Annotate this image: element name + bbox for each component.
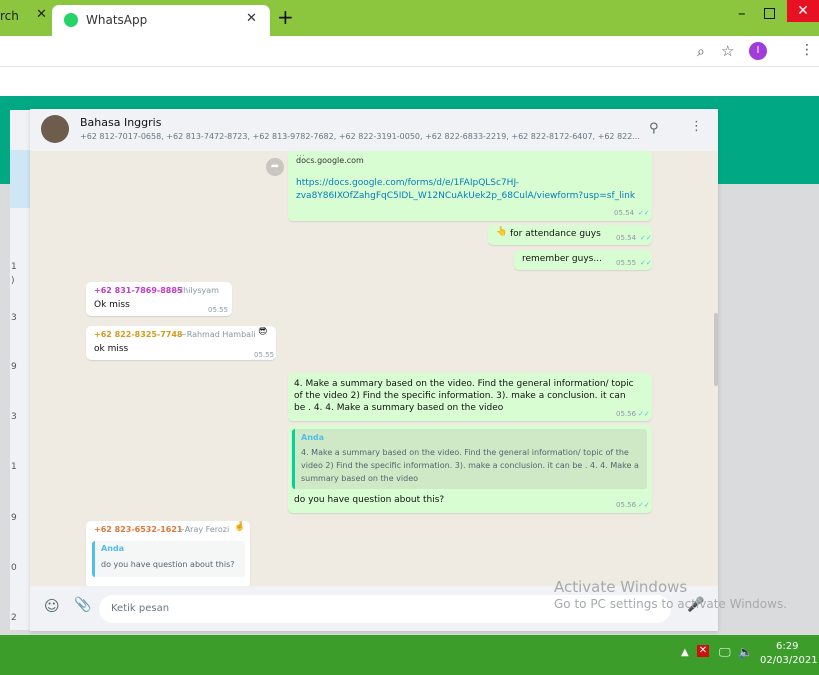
message-time: 05.54 [614, 209, 635, 217]
message-time: 05.55 [616, 259, 637, 267]
message-scrollbar[interactable] [714, 313, 718, 386]
read-receipt-icon: ✓✓ [638, 410, 650, 418]
message-time: 05.55 [208, 306, 229, 314]
read-receipt-icon: ✓✓ [638, 501, 650, 509]
more-menu-icon[interactable]: ⋮ [690, 119, 703, 134]
message-time: 05.54 [616, 234, 637, 242]
clock-time[interactable]: 6:29 [776, 641, 798, 652]
tab-close-icon[interactable]: ✕ [246, 11, 257, 26]
new-tab-button[interactable]: + [277, 5, 294, 29]
sidebar-number: 3 [11, 412, 17, 422]
sidebar-number: 0 [11, 563, 17, 573]
sunglasses-emoji-icon: 😎 [258, 327, 268, 337]
chat-header[interactable]: Bahasa Inggris +62 812-7017-0658, +62 81… [30, 109, 718, 151]
profile-avatar[interactable]: I [749, 42, 767, 60]
forward-icon[interactable]: ➦ [266, 158, 284, 176]
quote-author: Anda [101, 544, 125, 553]
sender-alias: ~Aray Ferozi [178, 525, 230, 534]
message-bubble: 4. Make a summary based on the video. Fi… [288, 373, 652, 421]
message-text: remember guys... [522, 254, 602, 264]
chat-panel: Bahasa Inggris +62 812-7017-0658, +62 81… [30, 109, 718, 631]
tab-title: WhatsApp [86, 13, 148, 27]
address-bar: ⌕ ☆ I ⋮ [0, 36, 819, 66]
message-bubble: remember guys... 05.55 ✓✓ [514, 250, 652, 270]
activation-subtitle: Go to PC settings to activate Windows. [554, 597, 788, 611]
sidebar-number: 1 [11, 262, 17, 272]
selected-chat-highlight[interactable] [10, 150, 30, 208]
fingers-crossed-emoji-icon: 🤞 [234, 522, 246, 532]
toolbar-divider [0, 66, 819, 67]
sender-phone[interactable]: +62 823-6532-1621 [94, 525, 183, 534]
emoji-icon[interactable]: ☺ [44, 597, 60, 615]
quote-text: do you have question about this? [101, 560, 235, 569]
browser-menu-icon[interactable]: ⋮ [800, 42, 814, 58]
activation-title: Activate Windows [554, 578, 688, 596]
form-link[interactable]: https://docs.google.com/forms/d/e/1FAIpQ… [296, 177, 646, 203]
message-time: 05.56 [616, 410, 637, 418]
group-name: Bahasa Inggris [80, 116, 162, 129]
message-bubble-link: … docs.google.com https://docs.google.co… [288, 151, 652, 221]
bookmark-star-icon[interactable]: ☆ [721, 42, 734, 60]
message-text: ok miss [94, 344, 129, 354]
message-text: 4. Make a summary based on the video. Fi… [294, 379, 634, 413]
read-receipt-icon: ✓✓ [640, 259, 652, 267]
message-time: 05.55 [254, 351, 275, 359]
message-text: for attendance guys [510, 229, 601, 239]
sidebar-number: 2 [11, 613, 17, 623]
sidebar-number: 1 [11, 462, 17, 472]
message-input-placeholder: Ketik pesan [111, 603, 170, 614]
message-bubble-incoming: +62 831-7869-8885 ~Ihilysyam Ok miss 05.… [86, 282, 232, 316]
quoted-message[interactable]: Anda 4. Make a summary based on the vide… [292, 429, 647, 489]
sender-phone[interactable]: +62 831-7869-8885 [94, 286, 183, 295]
message-text: do you have question about this? [294, 495, 445, 505]
windows-taskbar: ▲ ✕ 🖵 🔈 6:29 02/03/2021 [0, 635, 819, 675]
attach-icon[interactable]: 📎 [74, 597, 91, 613]
sender-phone[interactable]: +62 822-8325-7748 [94, 330, 183, 339]
pointing-up-emoji-icon: 👆 [496, 227, 508, 237]
whatsapp-logo-icon [64, 13, 78, 27]
message-bubble-incoming-reply: +62 823-6532-1621 ~Aray Ferozi 🤞 Anda do… [86, 521, 250, 586]
link-domain: docs.google.com [296, 156, 364, 165]
browser-tab-bar: rch ✕ WhatsApp ✕ + – ✕ [0, 0, 819, 36]
window-maximize-button[interactable] [764, 8, 775, 19]
read-receipt-icon: ✓✓ [638, 209, 650, 217]
read-receipt-icon: ✓✓ [640, 234, 652, 242]
message-bubble: 👆 for attendance guys 05.54 ✓✓ [488, 225, 652, 245]
sidebar-number: ) [11, 276, 15, 286]
tab-whatsapp[interactable]: WhatsApp ✕ [52, 5, 270, 36]
message-list[interactable]: ➦ … docs.google.com https://docs.google.… [30, 151, 718, 586]
zoom-icon[interactable]: ⌕ [697, 44, 705, 60]
message-bubble-reply: Anda 4. Make a summary based on the vide… [288, 425, 652, 513]
group-avatar[interactable] [41, 115, 69, 143]
message-text: Ok miss [94, 300, 130, 310]
sidebar-number: 3 [11, 313, 17, 323]
sidebar-number: 9 [11, 513, 17, 523]
tray-expand-icon[interactable]: ▲ [681, 647, 689, 658]
sender-alias: ~Rahmad Hambali [180, 330, 256, 339]
volume-icon[interactable]: 🔈 [738, 645, 753, 659]
quote-author: Anda [301, 433, 325, 442]
message-time: 05.56 [616, 501, 637, 509]
message-bubble-incoming: +62 822-8325-7748 ~Rahmad Hambali 😎 ok m… [86, 326, 276, 360]
sender-alias: ~Ihilysyam [174, 286, 219, 295]
quote-text: 4. Make a summary based on the video. Fi… [301, 448, 639, 483]
network-error-icon[interactable]: ✕ [697, 645, 709, 657]
window-close-button[interactable]: ✕ [787, 0, 819, 22]
action-center-icon[interactable]: 🖵 [719, 645, 731, 660]
prev-tab-close-icon[interactable]: ✕ [36, 7, 47, 22]
group-members: +62 812-7017-0658, +62 813-7472-8723, +6… [80, 132, 640, 141]
prev-tab-label[interactable]: rch [0, 9, 19, 23]
window-minimize-button[interactable]: – [738, 4, 746, 22]
search-icon[interactable]: ⚲ [649, 121, 659, 136]
sidebar-number: 9 [11, 362, 17, 372]
clock-date[interactable]: 02/03/2021 [760, 655, 818, 666]
quoted-message[interactable]: Anda do you have question about this? [92, 541, 245, 577]
